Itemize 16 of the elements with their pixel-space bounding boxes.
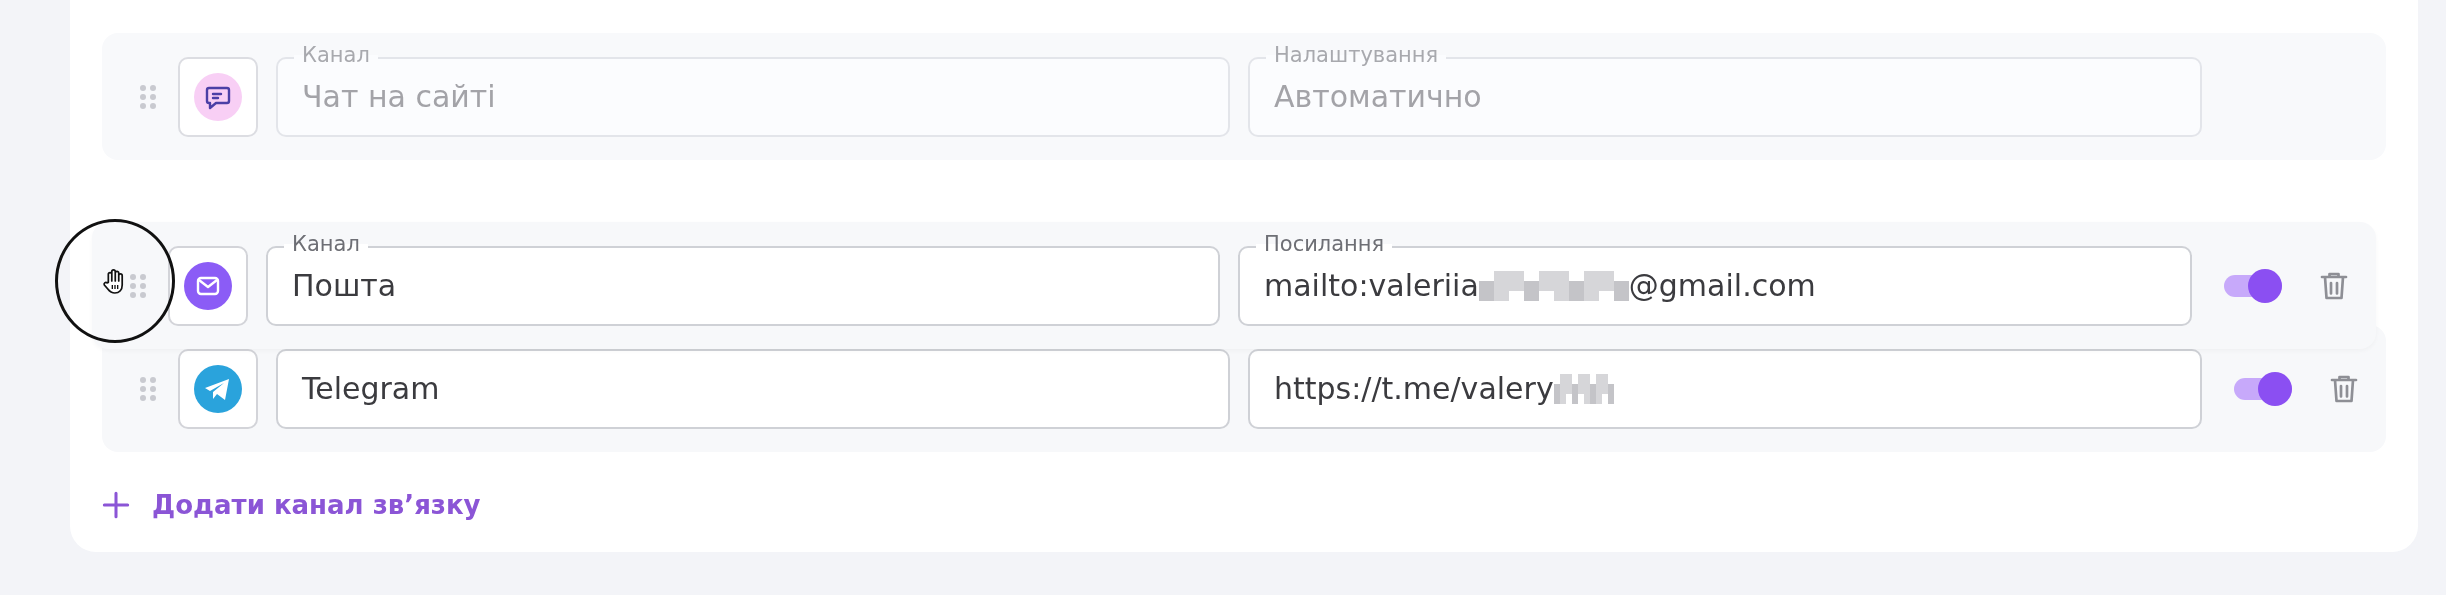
field-value: Чат на сайті xyxy=(302,79,496,114)
input-field[interactable]: Telegram xyxy=(276,348,1230,429)
drag-handle-icon[interactable] xyxy=(130,272,146,299)
field-value: Пошта xyxy=(292,268,397,303)
field-value-suffix: @gmail.com xyxy=(1628,268,1816,303)
field-value: Telegram xyxy=(302,371,440,406)
input-field[interactable]: https://t.me/valery xyxy=(1248,348,2202,429)
add-channel-link[interactable]: Додати канал зв’язку xyxy=(102,490,481,520)
drag-handle-icon[interactable] xyxy=(140,375,156,402)
field-value: https://t.me/valery xyxy=(1274,371,1554,406)
toggle-switch[interactable] xyxy=(2234,371,2292,406)
field-value: Автоматично xyxy=(1274,79,1482,114)
plus-icon xyxy=(102,491,130,519)
icon-button[interactable] xyxy=(168,245,248,326)
field-value: mailto:valeriia xyxy=(1264,268,1479,303)
toggle-switch[interactable] xyxy=(2224,268,2282,303)
